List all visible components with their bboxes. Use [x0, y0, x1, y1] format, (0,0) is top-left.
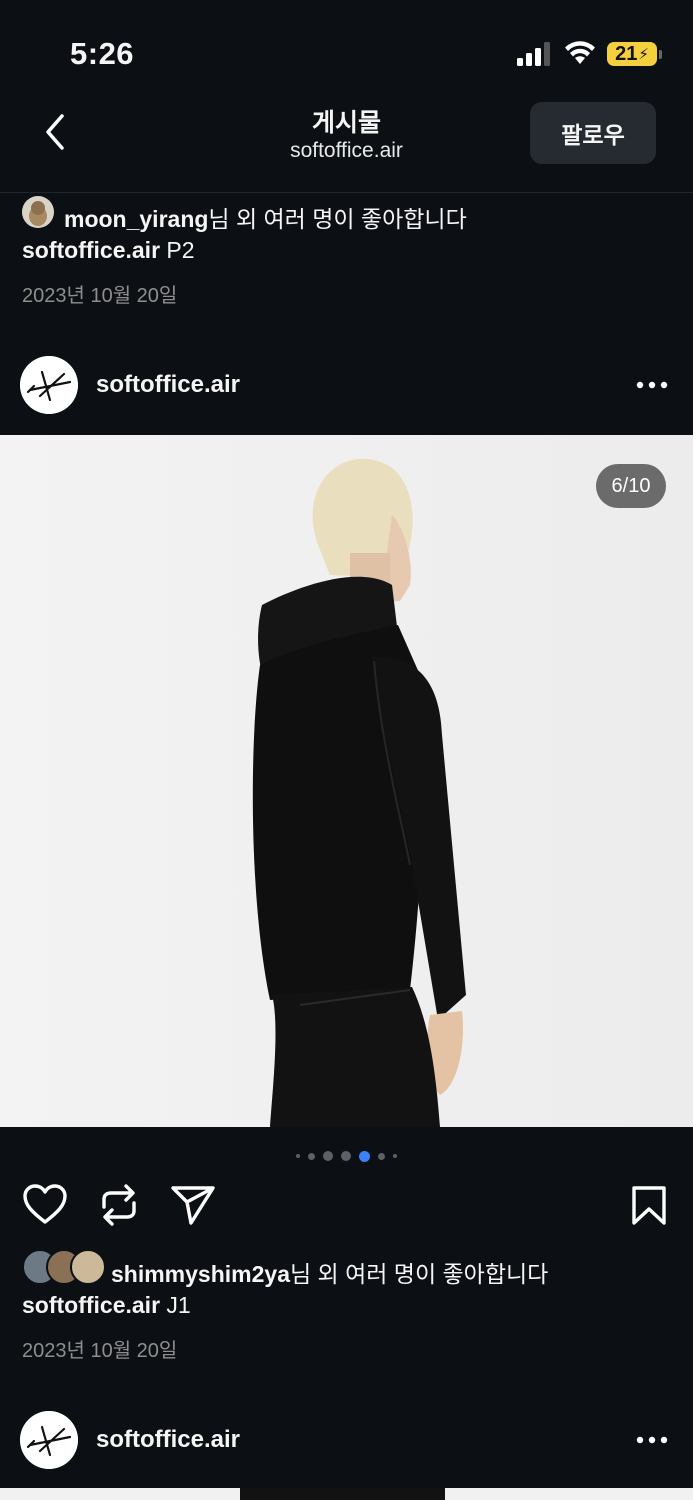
dog-avatar-icon [22, 196, 54, 228]
caption-text: J1 [160, 1292, 191, 1318]
more-options-icon[interactable] [636, 1435, 668, 1445]
carousel-dot [323, 1151, 333, 1161]
softoffice-logo-icon [20, 1411, 78, 1469]
next-post-image-figure [240, 1488, 445, 1500]
battery-cap [659, 50, 662, 59]
post-image[interactable] [0, 435, 693, 1127]
caption: softoffice.air P2 [22, 237, 195, 264]
like-heart-icon[interactable] [22, 1184, 68, 1226]
repost-icon[interactable] [98, 1183, 140, 1227]
header-divider [0, 192, 693, 193]
post-username[interactable]: softoffice.air [96, 1426, 240, 1454]
profile-avatar[interactable] [20, 356, 78, 414]
status-time: 5:26 [70, 36, 135, 71]
battery-level: 21 [615, 42, 638, 65]
follow-button[interactable]: 팔로우 [530, 102, 656, 164]
likes-suffix: 님 외 여러 명이 좋아합니다 [289, 1261, 549, 1287]
caption: softoffice.air J1 [22, 1292, 191, 1319]
battery-icon: 21 ⚡ [607, 42, 657, 66]
carousel-dot [393, 1154, 397, 1158]
caption-username[interactable]: softoffice.air [22, 1292, 160, 1318]
liker-username[interactable]: moon_yirang [64, 206, 208, 232]
cellular-signal-icon [517, 42, 550, 66]
caption-username[interactable]: softoffice.air [22, 237, 160, 263]
model-black-jacket-image [0, 435, 693, 1127]
next-post-image[interactable] [0, 1488, 693, 1500]
liker-avatars[interactable] [22, 1249, 106, 1285]
likes-suffix: 님 외 여러 명이 좋아합니다 [208, 206, 467, 232]
softoffice-logo-icon [20, 356, 78, 414]
post-date: 2023년 10월 20일 [22, 285, 178, 307]
bookmark-icon[interactable] [631, 1186, 667, 1226]
post-date: 2023년 10월 20일 [22, 1340, 178, 1362]
carousel-dot-active [359, 1150, 370, 1162]
image-counter-badge: 6/10 [596, 464, 666, 508]
profile-avatar[interactable] [20, 1411, 78, 1469]
liker-username[interactable]: shimmyshim2ya [111, 1261, 290, 1287]
carousel-dot [341, 1151, 351, 1161]
carousel-dot [378, 1152, 385, 1160]
wifi-icon [565, 41, 595, 64]
likes-summary[interactable]: shimmyshim2ya님 외 여러 명이 좋아합니다 [111, 1255, 548, 1289]
likes-summary[interactable]: moon_yirang님 외 여러 명이 좋아합니다 [64, 200, 467, 234]
liker-avatar [70, 1249, 106, 1285]
share-send-icon[interactable] [170, 1184, 216, 1226]
post-username[interactable]: softoffice.air [96, 371, 240, 399]
carousel-dot [308, 1152, 315, 1160]
carousel-indicator [0, 1150, 693, 1162]
caption-text: P2 [160, 237, 195, 263]
carousel-dot [296, 1154, 300, 1158]
liker-avatar[interactable] [22, 196, 54, 228]
more-options-icon[interactable] [636, 380, 668, 390]
